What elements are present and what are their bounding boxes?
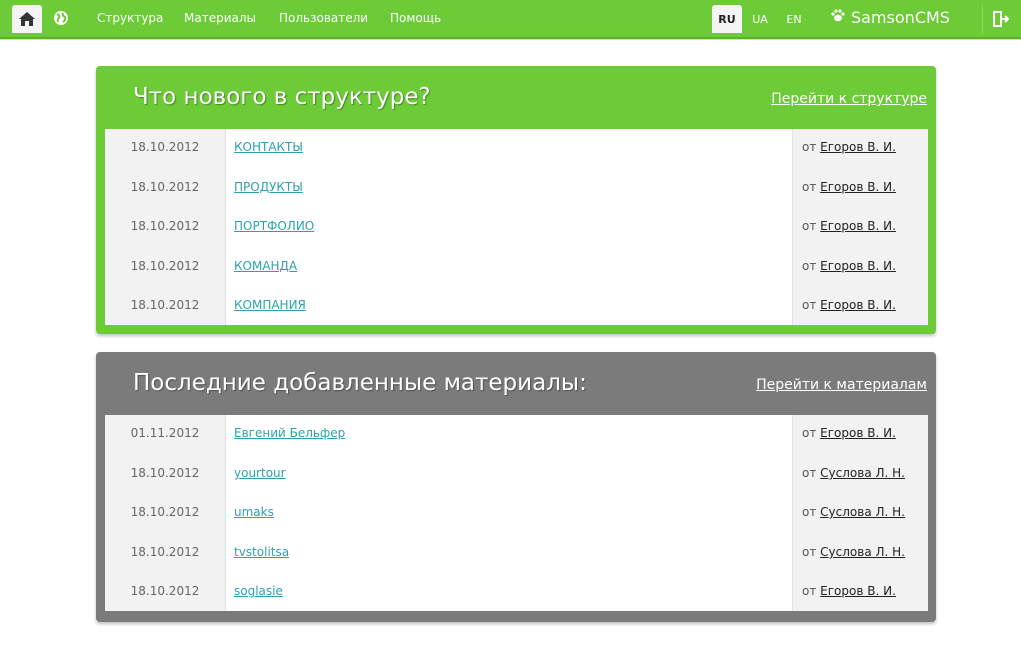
row-title-link[interactable]: КОМПАНИЯ bbox=[234, 298, 306, 312]
row-date: 18.10.2012 bbox=[130, 140, 200, 154]
home-icon bbox=[19, 12, 35, 26]
nav-item-users[interactable]: Пользователи bbox=[279, 11, 368, 25]
table-row: 18.10.2012 ПРОДУКТЫ от Егоров В. И. bbox=[105, 169, 927, 208]
logout-button[interactable] bbox=[991, 9, 1011, 29]
table-row: 18.10.2012 КОНТАКТЫ от Егоров В. И. bbox=[105, 129, 927, 168]
row-title-link[interactable]: КОМАНДА bbox=[234, 259, 297, 273]
table-row: 18.10.2012 ПОРТФОЛИО от Егоров В. И. bbox=[105, 208, 927, 247]
author-link[interactable]: Егоров В. И. bbox=[820, 180, 896, 194]
author-link[interactable]: Суслова Л. Н. bbox=[820, 545, 905, 559]
structure-updates-panel: Что нового в структуре? Перейти к структ… bbox=[96, 66, 936, 334]
nav-item-help[interactable]: Помощь bbox=[390, 11, 441, 25]
home-button[interactable] bbox=[12, 5, 42, 33]
structure-table: 18.10.2012 КОНТАКТЫ от Егоров В. И. 18.1… bbox=[105, 129, 928, 326]
author-link[interactable]: Егоров В. И. bbox=[820, 584, 896, 598]
row-title-link[interactable]: КОНТАКТЫ bbox=[234, 140, 303, 154]
table-row: 18.10.2012 tvstolitsa от Суслова Л. Н. bbox=[105, 534, 927, 573]
row-author: от Суслова Л. Н. bbox=[802, 545, 905, 559]
divider bbox=[982, 4, 983, 34]
row-title-link[interactable]: yourtour bbox=[234, 466, 286, 480]
row-author: от Егоров В. И. bbox=[802, 219, 896, 233]
panel-title: Последние добавленные материалы: bbox=[133, 370, 587, 396]
row-date: 18.10.2012 bbox=[130, 545, 200, 559]
author-link[interactable]: Егоров В. И. bbox=[820, 259, 896, 273]
brand-name: SamsonCMS bbox=[851, 8, 950, 27]
table-row: 18.10.2012 umaks от Суслова Л. Н. bbox=[105, 494, 927, 533]
table-row: 18.10.2012 soglasie от Егоров В. И. bbox=[105, 573, 927, 612]
language-en[interactable]: EN bbox=[779, 5, 809, 33]
table-row: 18.10.2012 КОМАНДА от Егоров В. И. bbox=[105, 248, 927, 287]
globe-icon bbox=[54, 11, 68, 25]
author-link[interactable]: Егоров В. И. bbox=[820, 140, 896, 154]
row-author: от Егоров В. И. bbox=[802, 140, 896, 154]
row-author: от Суслова Л. Н. bbox=[802, 505, 905, 519]
row-author: от Егоров В. И. bbox=[802, 298, 896, 312]
row-author: от Егоров В. И. bbox=[802, 426, 896, 440]
row-title-link[interactable]: tvstolitsa bbox=[234, 545, 289, 559]
language-ru[interactable]: RU bbox=[712, 5, 742, 33]
row-author: от Егоров В. И. bbox=[802, 584, 896, 598]
row-title-link[interactable]: ПОРТФОЛИО bbox=[234, 219, 314, 233]
row-title-link[interactable]: soglasie bbox=[234, 584, 283, 598]
row-title-link[interactable]: umaks bbox=[234, 505, 274, 519]
row-date: 18.10.2012 bbox=[130, 466, 200, 480]
author-link[interactable]: Суслова Л. Н. bbox=[820, 466, 905, 480]
row-author: от Егоров В. И. bbox=[802, 259, 896, 273]
row-date: 18.10.2012 bbox=[130, 298, 200, 312]
language-ua[interactable]: UA bbox=[745, 5, 775, 33]
row-date: 18.10.2012 bbox=[130, 219, 200, 233]
nav-item-materials[interactable]: Материалы bbox=[184, 11, 256, 25]
row-date: 18.10.2012 bbox=[130, 259, 200, 273]
row-date: 18.10.2012 bbox=[130, 584, 200, 598]
nav-item-structure[interactable]: Структура bbox=[97, 11, 163, 25]
materials-table: 01.11.2012 Евгений Бельфер от Егоров В. … bbox=[105, 415, 928, 612]
row-author: от Егоров В. И. bbox=[802, 180, 896, 194]
go-to-materials-link[interactable]: Перейти к материалам bbox=[756, 377, 927, 393]
table-row: 01.11.2012 Евгений Бельфер от Егоров В. … bbox=[105, 415, 927, 454]
row-title-link[interactable]: Евгений Бельфер bbox=[234, 426, 345, 440]
author-link[interactable]: Суслова Л. Н. bbox=[820, 505, 905, 519]
top-navigation-bar: Структура Материалы Пользователи Помощь … bbox=[0, 0, 1021, 39]
row-date: 18.10.2012 bbox=[130, 180, 200, 194]
row-author: от Суслова Л. Н. bbox=[802, 466, 905, 480]
row-date: 18.10.2012 bbox=[130, 505, 200, 519]
row-date: 01.11.2012 bbox=[130, 426, 200, 440]
logout-icon bbox=[993, 11, 1010, 27]
site-view-button[interactable] bbox=[53, 10, 69, 26]
table-row: 18.10.2012 yourtour от Суслова Л. Н. bbox=[105, 455, 927, 494]
paw-icon bbox=[831, 9, 845, 26]
brand-logo[interactable]: SamsonCMS bbox=[831, 8, 950, 27]
recent-materials-panel: Последние добавленные материалы: Перейти… bbox=[96, 352, 936, 622]
panel-title: Что нового в структуре? bbox=[133, 84, 431, 110]
table-row: 18.10.2012 КОМПАНИЯ от Егоров В. И. bbox=[105, 287, 927, 326]
divider bbox=[0, 39, 1021, 40]
author-link[interactable]: Егоров В. И. bbox=[820, 298, 896, 312]
row-title-link[interactable]: ПРОДУКТЫ bbox=[234, 180, 303, 194]
author-link[interactable]: Егоров В. И. bbox=[820, 219, 896, 233]
author-link[interactable]: Егоров В. И. bbox=[820, 426, 896, 440]
go-to-structure-link[interactable]: Перейти к структуре bbox=[771, 91, 927, 107]
